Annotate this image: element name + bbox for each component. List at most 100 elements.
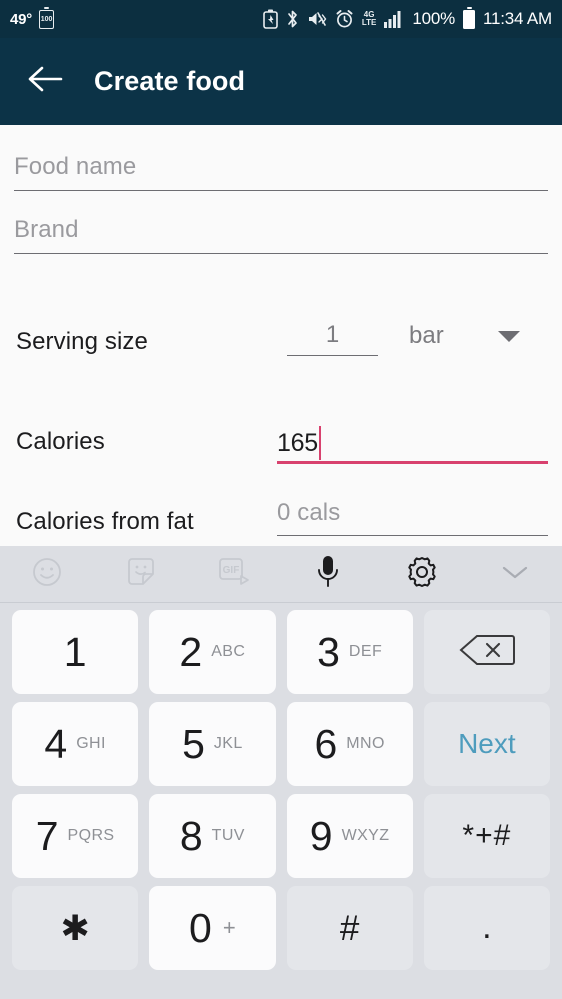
- calories-from-fat-underline: [277, 534, 548, 536]
- backspace-icon: [459, 633, 515, 672]
- key-6[interactable]: 6 MNO: [286, 702, 413, 786]
- serving-size-underline: [287, 354, 378, 356]
- brand-placeholder: Brand: [14, 216, 79, 243]
- key-symbols[interactable]: *+#: [423, 794, 550, 878]
- back-button[interactable]: [14, 51, 76, 113]
- key-symbols-label: *+#: [462, 819, 512, 852]
- brand-field[interactable]: Brand: [14, 216, 548, 254]
- lte-data-icon: 4G LTE: [362, 10, 377, 28]
- app-root: 49° 100 4G LTE 100% 11:34 AM Create food…: [0, 0, 562, 999]
- key-letters: JKL: [213, 735, 243, 752]
- sticker-button[interactable]: [94, 546, 188, 603]
- gif-button[interactable]: GIF: [187, 546, 281, 603]
- create-food-form: Food name Brand Serving size 1 bar Calor…: [0, 125, 562, 546]
- keypad-row: 4 GHI 5 JKL 6 MNO Next: [12, 702, 550, 786]
- numeric-keyboard: GIF 1 2 ABC 3 DEF 4 GHI 5 JKL 6 MNO Next…: [0, 546, 562, 999]
- status-bar: 49° 100 4G LTE 100% 11:34 AM: [0, 0, 562, 38]
- key-plus-label: +: [222, 915, 236, 940]
- calories-from-fat-row: Calories from fat 0 cals: [0, 480, 562, 540]
- serving-size-unit[interactable]: bar: [409, 322, 444, 350]
- signal-bars-icon: [384, 10, 404, 28]
- key-digit: 6: [314, 720, 338, 767]
- key-digit: 0: [189, 904, 212, 951]
- key-0[interactable]: 0 +: [149, 886, 276, 970]
- key-2[interactable]: 2 ABC: [149, 610, 276, 694]
- key-digit: 1: [63, 628, 87, 675]
- bluetooth-icon: [286, 9, 299, 29]
- chevron-down-icon: [500, 562, 530, 587]
- key-next-label: Next: [458, 728, 516, 759]
- hide-keyboard-button[interactable]: [468, 546, 562, 603]
- svg-text:GIF: GIF: [223, 565, 240, 576]
- status-bar-right: 4G LTE 100% 11:34 AM: [263, 6, 552, 29]
- calories-input[interactable]: 165: [277, 423, 548, 464]
- food-name-placeholder: Food name: [14, 153, 137, 180]
- text-caret: [318, 426, 322, 460]
- gear-icon: [405, 555, 439, 594]
- vibrate-mute-icon: [307, 9, 327, 29]
- key-8[interactable]: 8 TUV: [149, 794, 276, 878]
- status-bar-left: 49° 100: [10, 6, 55, 29]
- serving-size-input[interactable]: 1: [287, 320, 378, 356]
- key-next[interactable]: Next: [423, 702, 550, 786]
- key-4[interactable]: 4 GHI: [12, 702, 139, 786]
- keypad-row: 1 2 ABC 3 DEF: [12, 610, 550, 694]
- key-letters: ABC: [211, 643, 246, 660]
- brand-underline: [14, 253, 548, 254]
- sticker-icon: [125, 556, 157, 593]
- keypad: 1 2 ABC 3 DEF 4 GHI 5 JKL 6 MNO Next 7 P…: [0, 604, 562, 999]
- key-digit: 7: [35, 812, 59, 859]
- food-name-underline: [14, 190, 548, 191]
- key-period[interactable]: .: [423, 886, 550, 970]
- key-9[interactable]: 9 WXYZ: [286, 794, 413, 878]
- key-5[interactable]: 5 JKL: [149, 702, 276, 786]
- calories-label: Calories: [16, 428, 105, 455]
- serving-size-value: 1: [325, 320, 340, 348]
- battery-level-icon: 100: [39, 6, 55, 29]
- key-7[interactable]: 7 PQRS: [12, 794, 139, 878]
- microphone-icon: [315, 554, 341, 595]
- app-bar: Create food: [0, 38, 562, 125]
- emoji-button[interactable]: [0, 546, 94, 603]
- battery-icon: [463, 6, 476, 29]
- key-backspace[interactable]: [423, 610, 550, 694]
- key-asterisk[interactable]: ✱: [12, 886, 139, 970]
- calories-underline-focused: [277, 461, 548, 464]
- key-digit: 5: [182, 720, 205, 767]
- key-3[interactable]: 3 DEF: [286, 610, 413, 694]
- arrow-left-icon: [26, 64, 64, 99]
- alarm-icon: [335, 9, 354, 29]
- chevron-down-icon[interactable]: [498, 331, 520, 342]
- serving-size-label: Serving size: [16, 328, 148, 355]
- key-hash-label: #: [339, 908, 360, 948]
- serving-size-row: Serving size 1 bar: [0, 300, 562, 360]
- key-asterisk-label: ✱: [60, 908, 90, 948]
- gif-icon: GIF: [217, 556, 251, 593]
- key-digit: 4: [44, 720, 68, 767]
- page-title: Create food: [94, 66, 246, 96]
- battery-percent-label: 100%: [412, 9, 456, 28]
- key-1[interactable]: 1: [12, 610, 139, 694]
- calories-from-fat-input[interactable]: 0 cals: [277, 498, 548, 536]
- key-letters: MNO: [346, 735, 385, 752]
- calories-row: Calories 165: [0, 400, 562, 464]
- clock-label: 11:34 AM: [483, 9, 552, 28]
- keyboard-settings-button[interactable]: [375, 546, 469, 603]
- key-letters: GHI: [76, 735, 106, 752]
- key-digit: 8: [179, 812, 203, 859]
- keyboard-toolbar: GIF: [0, 546, 562, 603]
- key-digit: 9: [309, 812, 333, 859]
- key-digit: 3: [317, 628, 340, 675]
- key-letters: PQRS: [67, 827, 115, 844]
- key-hash[interactable]: #: [286, 886, 413, 970]
- weather-temperature: 49°: [10, 10, 33, 28]
- voice-input-button[interactable]: [281, 546, 375, 603]
- key-letters: WXYZ: [341, 827, 390, 844]
- calories-from-fat-placeholder: 0 cals: [277, 498, 341, 526]
- food-name-field[interactable]: Food name: [14, 153, 548, 191]
- key-period-label: .: [482, 908, 492, 947]
- key-letters: DEF: [348, 643, 383, 660]
- battery-saver-icon: [263, 9, 278, 29]
- key-digit: 2: [179, 628, 203, 675]
- battery-level-label: 100: [40, 15, 53, 23]
